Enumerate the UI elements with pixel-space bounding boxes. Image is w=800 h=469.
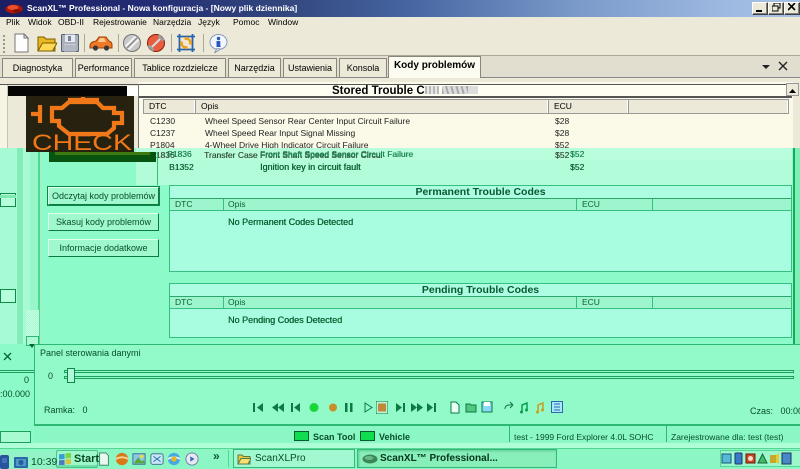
svg-text:CHECK: CHECK [32, 130, 132, 152]
